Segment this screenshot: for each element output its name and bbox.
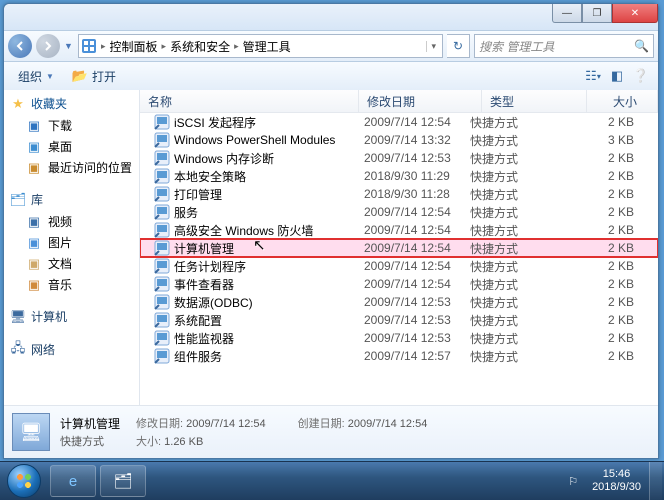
start-button[interactable] [0, 462, 48, 500]
libraries-icon: 🗂 [10, 192, 26, 208]
organize-button[interactable]: 组织▼ [10, 65, 62, 88]
breadcrumb-item[interactable]: 控制面板 [110, 38, 158, 55]
sidebar-item[interactable]: ▣桌面 [4, 136, 139, 157]
minimize-button[interactable]: — [552, 4, 582, 23]
file-row[interactable]: 性能监视器2009/7/14 12:53快捷方式2 KB [140, 329, 658, 347]
forward-button[interactable] [36, 34, 60, 58]
video-icon: ▣ [26, 214, 42, 230]
taskbar-explorer[interactable]: 🗂 [100, 465, 146, 497]
shortcut-icon [154, 348, 170, 364]
address-dropdown[interactable]: ▾ [426, 41, 440, 52]
nav-bar: ▼ ▸ 控制面板 ▸ 系统和安全 ▸ 管理工具 ▾ ↻ 搜索 管理工具 🔍 [4, 31, 658, 62]
file-row[interactable]: 本地安全策略2018/9/30 11:29快捷方式2 KB [140, 167, 658, 185]
details-type: 快捷方式 [60, 433, 120, 449]
sidebar-item[interactable]: ▣下载 [4, 115, 139, 136]
shortcut-icon [154, 330, 170, 346]
view-options-button[interactable]: ☷▾ [582, 65, 604, 87]
sidebar: ★ 收藏夹 ▣下载▣桌面▣最近访问的位置 🗂 库 ▣视频▣图片▣文档▣音乐 🖥 … [4, 90, 140, 412]
shortcut-icon [154, 222, 170, 238]
refresh-button[interactable]: ↻ [447, 34, 470, 58]
close-button[interactable]: ✕ [612, 4, 658, 23]
control-panel-icon [81, 38, 97, 54]
sidebar-item[interactable]: ▣最近访问的位置 [4, 157, 139, 178]
help-button[interactable]: ❔ [630, 65, 652, 87]
col-type[interactable]: 类型 [482, 90, 587, 112]
sidebar-item[interactable]: ▣文档 [4, 253, 139, 274]
file-row[interactable]: iSCSI 发起程序2009/7/14 12:54快捷方式2 KB [140, 113, 658, 131]
file-row[interactable]: 组件服务2009/7/14 12:57快捷方式2 KB [140, 347, 658, 365]
shortcut-icon [154, 186, 170, 202]
system-tray[interactable]: ⚐ 15:46 2018/9/30 [562, 462, 664, 500]
col-size[interactable]: 大小 [587, 90, 658, 112]
desktop-icon: ▣ [26, 139, 42, 155]
col-name[interactable]: 名称 [140, 90, 359, 112]
taskbar-ie[interactable]: e [50, 465, 96, 497]
sidebar-network[interactable]: 🖧 网络 [4, 338, 139, 361]
maximize-button[interactable]: ❐ [582, 4, 612, 23]
sidebar-computer[interactable]: 🖥 计算机 [4, 305, 139, 328]
sidebar-favorites-header[interactable]: ★ 收藏夹 [4, 92, 139, 115]
shortcut-icon [154, 132, 170, 148]
col-date[interactable]: 修改日期 [359, 90, 482, 112]
file-row[interactable]: Windows 内存诊断2009/7/14 12:53快捷方式2 KB [140, 149, 658, 167]
tray-flag-icon[interactable]: ⚐ [562, 475, 584, 488]
start-orb-icon [7, 464, 41, 498]
file-row[interactable]: 任务计划程序2009/7/14 12:54快捷方式2 KB [140, 257, 658, 275]
search-icon[interactable]: 🔍 [634, 39, 649, 53]
titlebar[interactable]: — ❐ ✕ [4, 4, 658, 31]
back-button[interactable] [8, 34, 32, 58]
file-row[interactable]: 系统配置2009/7/14 12:53快捷方式2 KB [140, 311, 658, 329]
file-row[interactable]: Windows PowerShell Modules2009/7/14 13:3… [140, 131, 658, 149]
search-placeholder: 搜索 管理工具 [479, 38, 554, 55]
computer-icon: 🖥 [10, 309, 26, 325]
shortcut-icon [154, 258, 170, 274]
documents-icon: ▣ [26, 256, 42, 272]
shortcut-icon [154, 168, 170, 184]
sidebar-item[interactable]: ▣音乐 [4, 274, 139, 295]
details-pane: 🖥 计算机管理 修改日期: 2009/7/14 12:54 创建日期: 2009… [4, 405, 658, 458]
breadcrumb-item[interactable]: 管理工具 [243, 38, 291, 55]
file-list: 名称 修改日期 类型 大小 iSCSI 发起程序2009/7/14 12:54快… [140, 90, 658, 412]
details-name: 计算机管理 [60, 415, 120, 432]
file-row[interactable]: 高级安全 Windows 防火墙2009/7/14 12:54快捷方式2 KB [140, 221, 658, 239]
tray-clock[interactable]: 15:46 2018/9/30 [584, 468, 649, 494]
shortcut-icon [154, 312, 170, 328]
address-bar[interactable]: ▸ 控制面板 ▸ 系统和安全 ▸ 管理工具 ▾ [78, 34, 443, 58]
file-row[interactable]: 计算机管理2009/7/14 12:54快捷方式2 KB [140, 239, 658, 257]
network-icon: 🖧 [10, 342, 26, 358]
shortcut-icon [154, 204, 170, 220]
shortcut-icon [154, 150, 170, 166]
recent-icon: ▣ [26, 160, 42, 176]
preview-pane-button[interactable]: ◧ [606, 65, 628, 87]
shortcut-icon [154, 276, 170, 292]
sidebar-item[interactable]: ▣图片 [4, 232, 139, 253]
favorites-icon: ★ [10, 96, 26, 112]
taskbar[interactable]: e 🗂 ⚐ 15:46 2018/9/30 [0, 461, 664, 500]
sidebar-item[interactable]: ▣视频 [4, 211, 139, 232]
open-button[interactable]: 📂 打开 [64, 65, 124, 88]
file-row[interactable]: 打印管理2018/9/30 11:28快捷方式2 KB [140, 185, 658, 203]
toolbar: 组织▼ 📂 打开 ☷▾ ◧ ❔ [4, 62, 658, 91]
explorer-window: — ❐ ✕ ▼ ▸ 控制面板 ▸ 系统和安全 ▸ 管理工具 ▾ ↻ 搜索 管理工… [3, 3, 659, 459]
file-row[interactable]: 数据源(ODBC)2009/7/14 12:53快捷方式2 KB [140, 293, 658, 311]
pictures-icon: ▣ [26, 235, 42, 251]
search-input[interactable]: 搜索 管理工具 🔍 [474, 34, 654, 58]
sidebar-libraries-header[interactable]: 🗂 库 [4, 188, 139, 211]
file-row[interactable]: 事件查看器2009/7/14 12:54快捷方式2 KB [140, 275, 658, 293]
nav-history-dropdown[interactable]: ▼ [64, 41, 74, 51]
shortcut-icon [154, 114, 170, 130]
show-desktop-button[interactable] [649, 462, 662, 500]
shortcut-icon [154, 240, 170, 256]
details-icon: 🖥 [12, 413, 50, 451]
download-icon: ▣ [26, 118, 42, 134]
open-icon: 📂 [72, 68, 88, 84]
column-headers[interactable]: 名称 修改日期 类型 大小 [140, 90, 658, 113]
shortcut-icon [154, 294, 170, 310]
music-icon: ▣ [26, 277, 42, 293]
file-row[interactable]: 服务2009/7/14 12:54快捷方式2 KB [140, 203, 658, 221]
breadcrumb-item[interactable]: 系统和安全 [170, 38, 230, 55]
